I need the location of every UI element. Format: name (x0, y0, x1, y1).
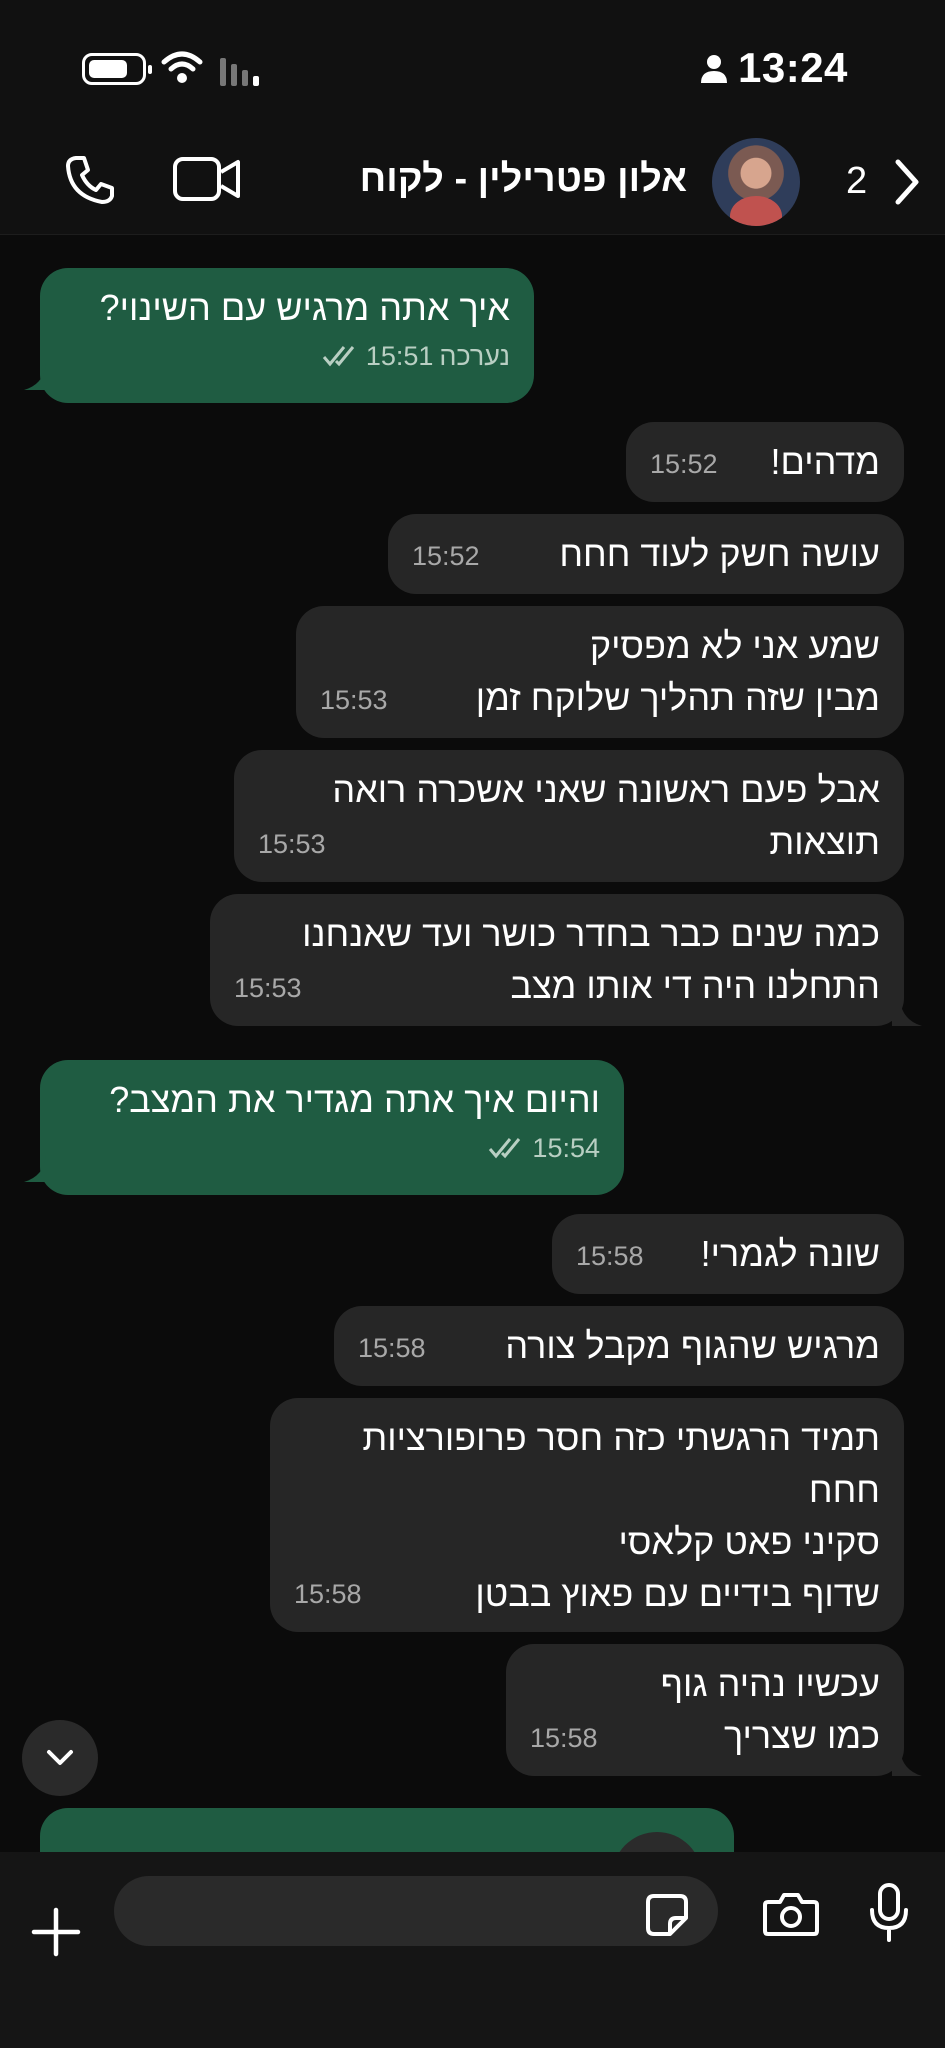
wifi-icon (161, 51, 203, 83)
contact-avatar[interactable] (712, 138, 800, 226)
microphone-icon[interactable] (868, 1882, 910, 1944)
bubble-tail (892, 1000, 922, 1026)
message-time: 15:53 (234, 973, 302, 1003)
incoming-message[interactable]: תמיד הרגשתי כזה חסר פרופורציות חחח סקיני… (270, 1398, 904, 1632)
message-time: 15:58 (294, 1579, 362, 1609)
sticker-icon[interactable] (644, 1892, 690, 1938)
incoming-message[interactable]: עושה חשק לעוד חחח 15:52 (388, 514, 904, 594)
back-chevron-icon[interactable] (892, 158, 922, 206)
message-time: 15:58 (358, 1333, 426, 1363)
message-time: 15:58 (530, 1723, 598, 1753)
message-time: 15:53 (258, 829, 326, 859)
video-call-icon[interactable] (172, 154, 242, 204)
scroll-to-bottom-button[interactable] (22, 1720, 98, 1796)
clock: 13:24 (738, 44, 848, 91)
message-text: עושה חשק לעוד חחח (559, 533, 880, 574)
bubble-tail (892, 1750, 922, 1776)
incoming-message[interactable]: מרגיש שהגוף מקבל צורה 15:58 (334, 1306, 904, 1386)
chevron-down-icon (47, 1750, 73, 1765)
message-time: 15:53 (320, 685, 388, 715)
message-text: והיום איך אתה מגדיר את המצב? (109, 1079, 600, 1120)
status-bar: 13:24 (0, 0, 945, 130)
incoming-message[interactable]: שמע אני לא מפסיק מבין שזה תהליך שלוקח זמ… (296, 606, 904, 738)
person-icon (701, 55, 727, 83)
incoming-message[interactable]: אבל פעם ראשונה שאני אשכרה רואה תוצאות 15… (234, 750, 904, 882)
incoming-message[interactable]: מדהים! 15:52 (626, 422, 904, 502)
camera-icon[interactable] (762, 1890, 820, 1938)
double-check-icon (322, 346, 354, 367)
plus-icon[interactable] (30, 1906, 82, 1958)
message-time: 15:58 (576, 1241, 644, 1271)
incoming-message[interactable]: כמה שנים כבר בחדר כושר ועד שאנחנו התחלנו… (210, 894, 904, 1026)
incoming-message[interactable]: עכשיו נהיה גוף כמו שצריך 15:58 (506, 1644, 904, 1776)
battery-icon (82, 53, 152, 85)
bubble-tail (24, 1156, 54, 1182)
message-list[interactable]: איך אתה מרגיש עם השינוי? 15:51 נערכה מדה… (0, 236, 945, 1851)
outgoing-message[interactable]: איך אתה מרגיש עם השינוי? 15:51 נערכה (40, 268, 534, 403)
incoming-message[interactable]: שונה לגמרי! 15:58 (552, 1214, 904, 1294)
message-text: תמיד הרגשתי כזה חסר פרופורציות חחח סקיני… (362, 1417, 880, 1614)
message-text: איך אתה מרגיש עם השינוי? (99, 287, 510, 328)
message-time: 15:52 (650, 449, 718, 479)
signal-icon (220, 56, 259, 86)
message-text: כמה שנים כבר בחדר כושר ועד שאנחנו התחלנו… (302, 913, 880, 1006)
message-meta: 15:54 (64, 1122, 600, 1177)
message-text: אבל פעם ראשונה שאני אשכרה רואה תוצאות (332, 769, 880, 862)
phone-icon[interactable] (62, 152, 118, 208)
bubble-tail (24, 364, 54, 390)
chat-header: אלון פטרילין - לקוח 2 (0, 130, 945, 235)
contact-name[interactable]: אלון פטרילין - לקוח (360, 158, 687, 201)
unread-count[interactable]: 2 (846, 160, 867, 203)
double-check-icon (489, 1138, 521, 1159)
outgoing-message[interactable]: והיום איך אתה מגדיר את המצב? 15:54 (40, 1060, 624, 1195)
message-input[interactable] (114, 1876, 718, 1946)
message-text: שמע אני לא מפסיק מבין שזה תהליך שלוקח זמ… (475, 625, 880, 718)
message-time: 15:52 (412, 541, 480, 571)
message-time: 15:51 (365, 341, 434, 371)
chat-screen: 13:24 אלון פטרילין - לקוח 2 איך אתה מרגי… (0, 0, 945, 2048)
edited-label: נערכה (439, 341, 510, 371)
message-time: 15:54 (532, 1133, 600, 1163)
composer-bar (0, 1852, 945, 2048)
message-meta: 15:51 נערכה (64, 330, 510, 385)
message-text: מרגיש שהגוף מקבל צורה (505, 1325, 880, 1366)
